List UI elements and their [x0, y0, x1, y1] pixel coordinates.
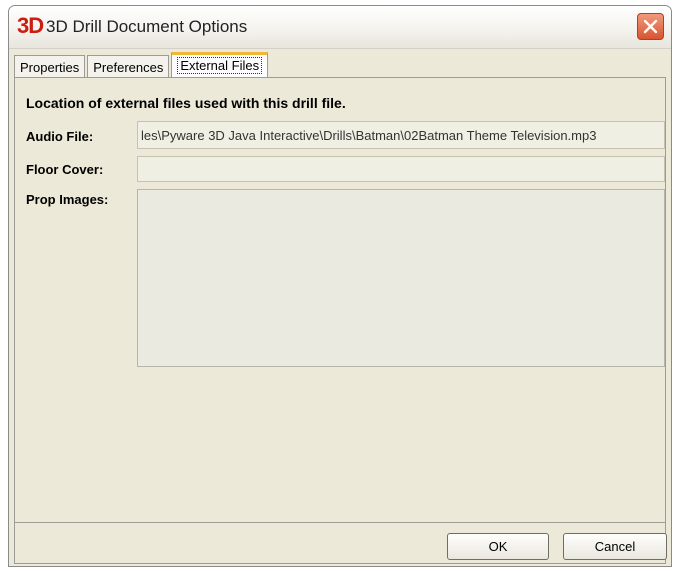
audio-file-label: Audio File: [26, 129, 94, 144]
tab-label: External Files [177, 57, 263, 74]
title-bar[interactable]: 3D 3D Drill Document Options [9, 6, 671, 49]
external-files-panel: Location of external files used with thi… [14, 77, 666, 523]
floor-cover-field[interactable] [137, 156, 665, 182]
audio-file-field[interactable]: les\Pyware 3D Java Interactive\Drills\Ba… [137, 121, 665, 149]
close-icon [643, 19, 658, 34]
tab-preferences[interactable]: Preferences [87, 55, 170, 78]
tab-label: Properties [20, 60, 80, 75]
tab-properties[interactable]: Properties [14, 55, 86, 78]
tab-strip: Properties Preferences External Files [14, 52, 270, 78]
app-logo-icon: 3D [17, 13, 44, 38]
tab-external-files[interactable]: External Files [171, 52, 269, 78]
floor-cover-label: Floor Cover: [26, 162, 104, 177]
ok-button[interactable]: OK [447, 533, 549, 560]
window-title: 3D Drill Document Options [46, 17, 248, 36]
cancel-button[interactable]: Cancel [563, 533, 667, 560]
dialog-window: 3D 3D Drill Document Options Properties … [8, 5, 672, 567]
tab-label: Preferences [93, 60, 164, 75]
button-bar: OK Cancel [14, 522, 667, 564]
close-button[interactable] [637, 13, 664, 40]
prop-images-label: Prop Images: [26, 192, 109, 207]
prop-images-list[interactable] [137, 189, 665, 367]
panel-heading: Location of external files used with thi… [26, 95, 346, 111]
